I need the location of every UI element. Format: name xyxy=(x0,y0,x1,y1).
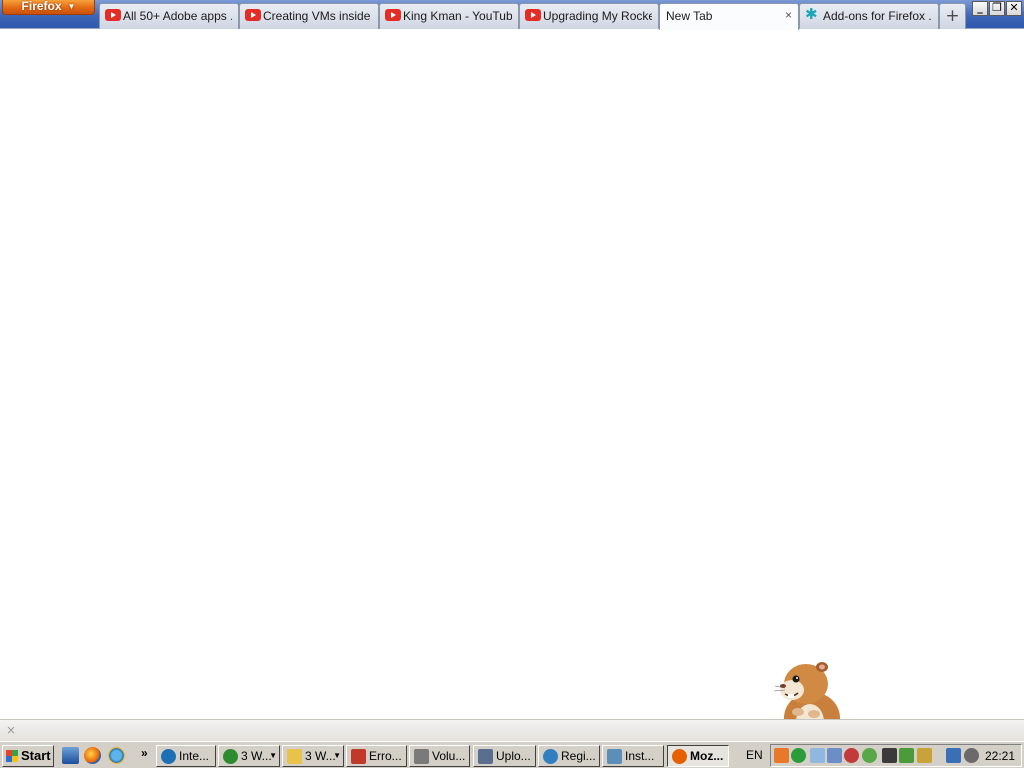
taskbar-item-messenger-group[interactable]: 3 W... ▼ xyxy=(218,745,280,767)
users-icon[interactable] xyxy=(862,748,877,763)
youtube-icon xyxy=(105,9,121,21)
msn-icon xyxy=(223,749,238,764)
youtube-icon xyxy=(525,9,541,21)
windows-logo-icon xyxy=(6,750,18,762)
taskbar-item-label: Inte... xyxy=(179,749,210,763)
restore-button[interactable]: ❐ xyxy=(989,1,1005,16)
tab-adobe-apps[interactable]: All 50+ Adobe apps ... xyxy=(99,3,239,29)
volume-icon xyxy=(414,749,429,764)
taskbar-item-label: Regi... xyxy=(561,749,596,763)
firefox-tray-icon[interactable] xyxy=(774,748,789,763)
firefox-menu-button[interactable]: Firefox ▼ xyxy=(2,0,95,15)
firefox-menu-label: Firefox xyxy=(21,0,62,13)
folder-icon xyxy=(287,749,302,764)
youtube-icon xyxy=(385,9,401,21)
chevron-down-icon: ▼ xyxy=(269,751,277,760)
browser-tab-strip: Firefox ▼ All 50+ Adobe apps ... Creating… xyxy=(0,0,1024,30)
taskbar-item-mozilla-firefox[interactable]: Moz... xyxy=(667,745,729,767)
monitor-icon[interactable] xyxy=(882,748,897,763)
quick-launch-more-button[interactable]: » xyxy=(141,746,148,760)
chevron-down-icon: ▼ xyxy=(333,751,341,760)
tab-label: Upgrading My Rocke... xyxy=(543,9,652,23)
start-button[interactable]: Start xyxy=(2,745,54,767)
green-status-icon[interactable] xyxy=(791,748,806,763)
tab-creating-vms[interactable]: Creating VMs inside ... xyxy=(239,3,379,29)
tab-upgrading[interactable]: Upgrading My Rocke... xyxy=(519,3,659,29)
new-tab-button[interactable]: + xyxy=(939,3,966,29)
language-indicator[interactable]: EN xyxy=(746,748,763,762)
network-connection-icon[interactable] xyxy=(946,748,961,763)
shield-icon[interactable] xyxy=(827,748,842,763)
taskbar-item-label: Uplo... xyxy=(496,749,531,763)
tab-king-kman[interactable]: King Kman - YouTube xyxy=(379,3,519,29)
taskbar-item-installer[interactable]: Inst... xyxy=(602,745,664,767)
desktop-screen: Firefox ▼ All 50+ Adobe apps ... Creating… xyxy=(0,0,1024,768)
window-icon xyxy=(478,749,493,764)
youtube-icon xyxy=(245,9,261,21)
close-icon[interactable]: × xyxy=(6,723,16,737)
tab-label: All 50+ Adobe apps ... xyxy=(123,9,232,23)
check-icon[interactable] xyxy=(899,748,914,763)
security-icon[interactable] xyxy=(844,748,859,763)
close-window-button[interactable]: ✕ xyxy=(1006,1,1022,16)
battery-icon[interactable] xyxy=(917,748,932,763)
tab-label: New Tab xyxy=(666,9,713,23)
taskbar-item-error[interactable]: Erro... xyxy=(346,745,407,767)
installer-icon xyxy=(607,749,622,764)
taskbar-item-registry[interactable]: Regi... xyxy=(538,745,600,767)
tab-label: King Kman - YouTube xyxy=(403,9,512,23)
tab-label: Add-ons for Firefox ... xyxy=(823,9,932,23)
internet-explorer-icon[interactable] xyxy=(108,747,125,764)
taskbar-item-upload[interactable]: Uplo... xyxy=(473,745,536,767)
windows-taskbar: Start » Inte... 3 W... ▼ 3 W... ▼ Erro..… xyxy=(0,741,1024,768)
globe-icon xyxy=(543,749,558,764)
taskbar-item-folder-group[interactable]: 3 W... ▼ xyxy=(282,745,344,767)
firefox-icon[interactable] xyxy=(84,747,101,764)
taskbar-item-volume[interactable]: Volu... xyxy=(409,745,470,767)
ie-icon xyxy=(161,749,176,764)
speaker-icon[interactable] xyxy=(964,748,979,763)
taskbar-item-internet-explorer[interactable]: Inte... xyxy=(156,745,216,767)
minimize-button[interactable]: _ xyxy=(972,1,988,16)
taskbar-item-label: Erro... xyxy=(369,749,402,763)
network-tray-icon[interactable] xyxy=(810,748,825,763)
clock[interactable]: 22:21 xyxy=(985,749,1015,763)
status-bar: × xyxy=(0,719,1024,741)
tab-add-ons[interactable]: ✱ Add-ons for Firefox ... xyxy=(799,3,939,29)
taskbar-item-label: Moz... xyxy=(690,749,724,763)
system-tray: 22:21 xyxy=(770,744,1022,767)
firefox-icon xyxy=(672,749,687,764)
start-label: Start xyxy=(21,748,51,763)
close-tab-icon[interactable]: × xyxy=(785,8,792,22)
show-desktop-icon[interactable] xyxy=(62,747,79,764)
chevron-down-icon: ▼ xyxy=(67,2,76,11)
puzzle-icon: ✱ xyxy=(805,6,818,23)
taskbar-item-label: Inst... xyxy=(625,749,655,763)
tab-label: Creating VMs inside ... xyxy=(263,9,372,23)
java-icon xyxy=(351,749,366,764)
taskbar-item-label: Volu... xyxy=(432,749,466,763)
taskbar-item-label: 3 W... xyxy=(241,749,272,763)
window-controls: _ ❐ ✕ xyxy=(972,1,1022,17)
taskbar-item-label: 3 W... xyxy=(305,749,336,763)
tab-new-tab[interactable]: New Tab × xyxy=(659,3,799,30)
page-content xyxy=(0,29,1024,719)
